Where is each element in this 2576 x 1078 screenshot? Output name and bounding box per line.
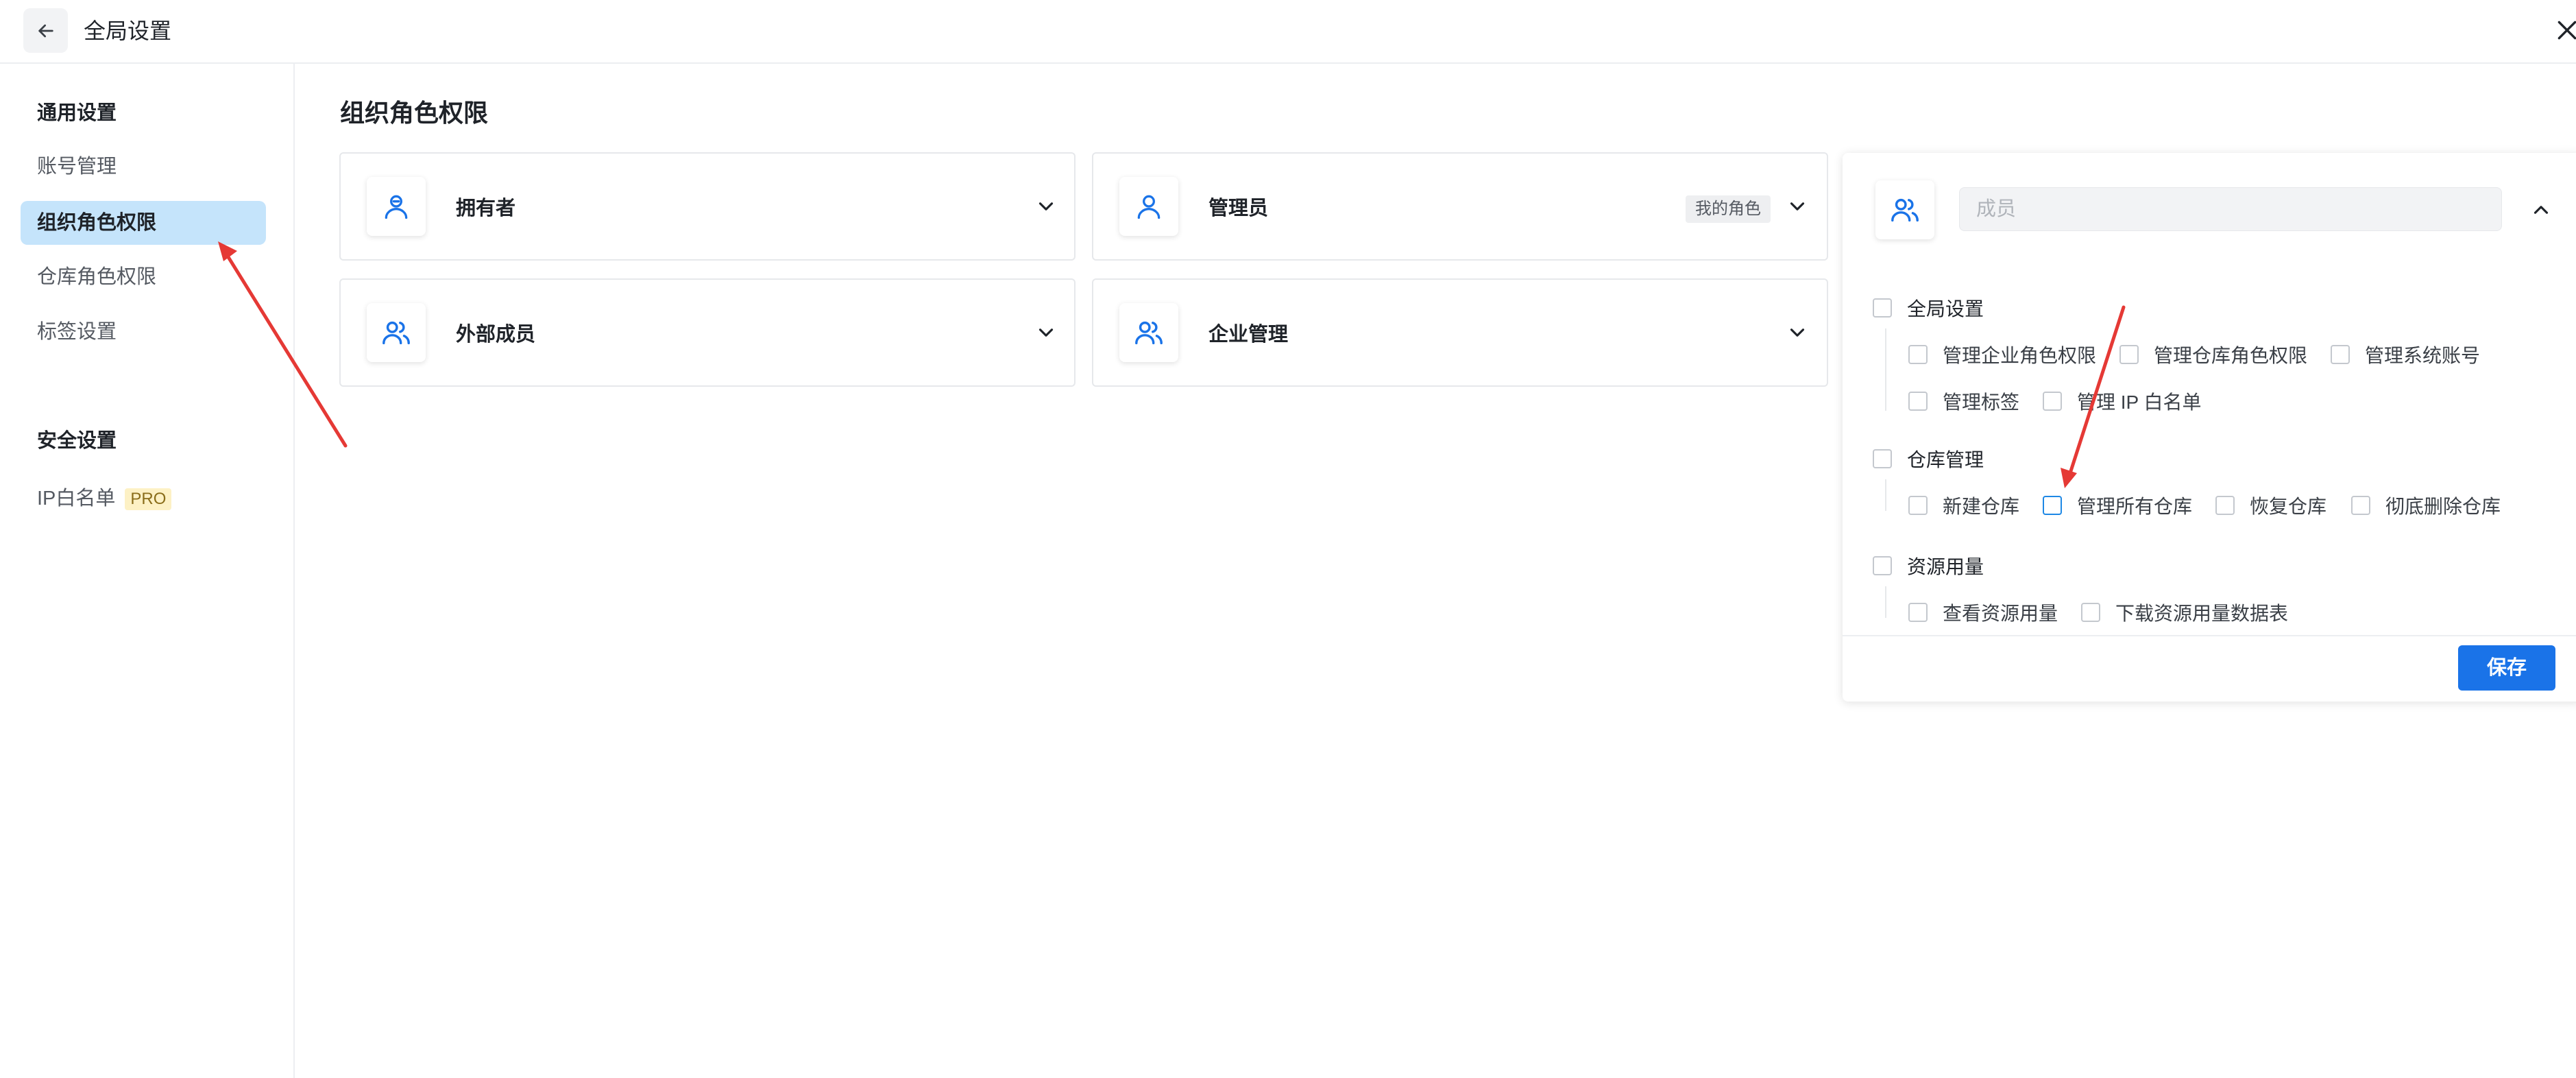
role-name: 拥有者 [456,197,516,219]
role-name: 管理员 [1208,197,1269,219]
sidebar-group-security: 安全设置 [37,430,117,452]
perm-group-global-settings[interactable]: 全局设置 [1873,294,1984,322]
perm-manage-ip-whitelist[interactable]: 管理 IP 白名单 [2043,387,2202,415]
role-name: 企业管理 [1208,324,1289,346]
checkbox[interactable] [1908,603,1928,622]
pro-badge: PRO [125,488,172,511]
checkbox[interactable] [2043,496,2062,515]
perm-permanently-delete-repo[interactable]: 彻底删除仓库 [2351,492,2501,519]
checkbox[interactable] [2081,603,2100,622]
sidebar-item-tag-settings[interactable]: 标签设置 [21,310,266,354]
role-card-enterprise-admin[interactable]: 企业管理 [1092,278,1828,387]
sidebar-item-org-role-permissions[interactable]: 组织角色权限 [21,201,266,245]
owner-user-icon [385,195,408,219]
sidebar-item-label: IP白名单 [37,488,116,510]
my-role-badge: 我的角色 [1686,195,1771,223]
role-card-admin[interactable]: 管理员 我的角色 [1092,152,1828,261]
page-title: 组织角色权限 [340,99,489,127]
checkbox[interactable] [2331,345,2350,364]
users-icon [382,321,410,345]
role-card-external-member[interactable]: 外部成员 [339,278,1076,387]
perm-manage-enterprise-roles[interactable]: 管理企业角色权限 [1908,341,2096,368]
perm-manage-all-repos[interactable]: 管理所有仓库 [2043,492,2192,519]
role-avatar [1119,303,1178,362]
chevron-down-icon[interactable] [1034,195,1058,218]
checkbox[interactable] [2351,496,2370,515]
checkbox[interactable] [2215,496,2235,515]
checkbox[interactable] [1908,392,1928,411]
perm-view-resource-usage[interactable]: 查看资源用量 [1908,599,2058,626]
user-icon [1137,195,1161,219]
sidebar-item-ip-whitelist[interactable]: IP白名单 PRO [21,477,266,520]
sidebar-item-label: 组织角色权限 [37,212,157,234]
sidebar-item-label: 标签设置 [37,321,117,343]
sidebar-item-repo-role-permissions[interactable]: 仓库角色权限 [21,255,266,299]
perm-group-repo-management[interactable]: 仓库管理 [1873,445,1984,472]
perm-restore-repo[interactable]: 恢复仓库 [2215,492,2326,519]
perm-manage-repo-roles[interactable]: 管理仓库角色权限 [2119,341,2307,368]
chevron-down-icon[interactable] [1034,321,1058,344]
sidebar-item-account[interactable]: 账号管理 [21,145,266,189]
role-avatar [367,177,426,236]
users-icon [1891,198,1919,222]
back-button[interactable] [23,8,68,53]
perm-create-repo[interactable]: 新建仓库 [1908,492,2019,519]
role-card-owner[interactable]: 拥有者 [339,152,1076,261]
role-avatar [1119,177,1178,236]
users-icon [1135,321,1163,345]
perm-download-resource-usage-sheet[interactable]: 下载资源用量数据表 [2081,599,2288,626]
panel-divider [1843,635,2576,636]
checkbox[interactable] [2043,392,2062,411]
sidebar-item-label: 仓库角色权限 [37,266,157,288]
save-button[interactable]: 保存 [2458,645,2555,691]
tree-line [1885,479,1886,511]
checkbox[interactable] [1873,449,1892,468]
role-name: 外部成员 [456,324,536,346]
checkbox[interactable] [1908,345,1928,364]
chevron-down-icon[interactable] [1786,195,1809,218]
perm-manage-system-accounts[interactable]: 管理系统账号 [2331,341,2480,368]
checkbox[interactable] [1873,298,1892,318]
checkbox[interactable] [1873,556,1892,575]
checkbox[interactable] [1908,496,1928,515]
chevron-up-icon[interactable] [2529,198,2553,221]
role-avatar [1875,180,1934,239]
tree-line [1885,586,1886,618]
sidebar-group-general: 通用设置 [37,102,117,124]
perm-manage-tags[interactable]: 管理标签 [1908,387,2019,415]
role-avatar [367,303,426,362]
header: 全局设置 [0,0,2576,64]
role-permission-panel: 成员 全局设置 管理企业角色权限 管理仓库角色权限 管理系统账号 管理标签 管理… [1843,153,2576,702]
sidebar-item-label: 账号管理 [37,156,117,178]
tree-line [1885,328,1886,411]
sidebar: 通用设置 账号管理 组织角色权限 仓库角色权限 标签设置 安全设置 IP白名单 P… [0,64,295,1078]
checkbox[interactable] [2119,345,2139,364]
page-header-title: 全局设置 [84,19,172,43]
perm-group-resource-usage[interactable]: 资源用量 [1873,552,1984,579]
arrow-left-icon [38,24,53,37]
chevron-down-icon[interactable] [1786,321,1809,344]
close-icon[interactable] [2553,14,2576,47]
role-name-input[interactable]: 成员 [1959,187,2502,231]
